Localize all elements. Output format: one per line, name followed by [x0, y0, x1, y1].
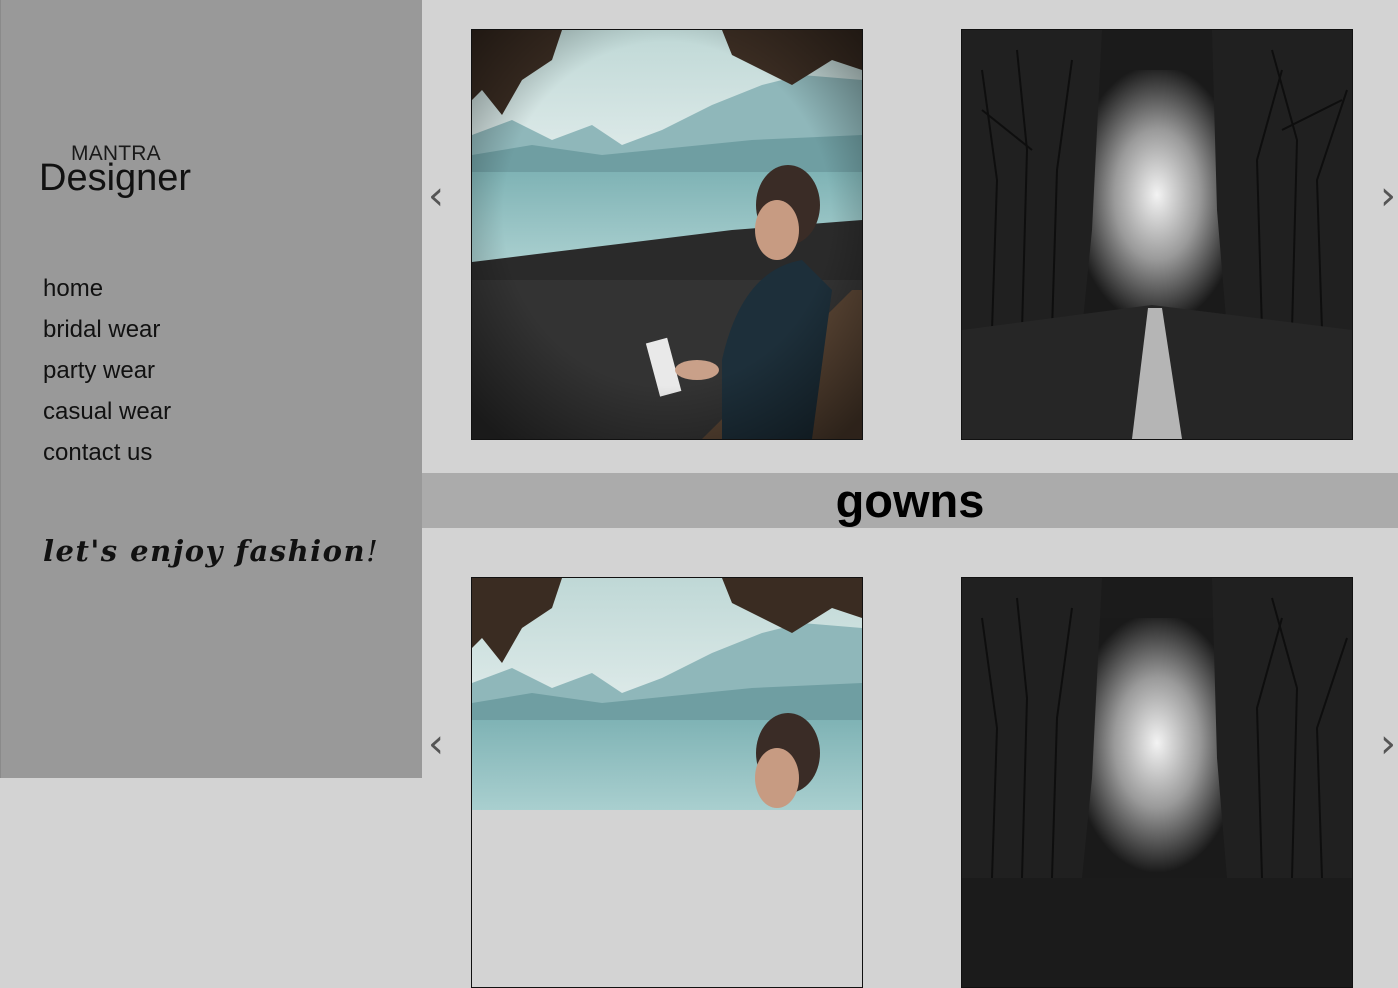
- road-photo-bottom: [961, 577, 1353, 988]
- nav-item-contact-us[interactable]: contact us: [43, 438, 171, 479]
- lake-photo-bottom: [471, 577, 863, 988]
- nav-item-bridal-wear[interactable]: bridal wear: [43, 315, 171, 356]
- slider-next-arrow-top[interactable]: ›: [1380, 176, 1396, 216]
- road-photo-top: [961, 29, 1353, 440]
- slider-next-arrow-bottom[interactable]: ›: [1380, 724, 1396, 764]
- tagline-script-text: let's enjoy fashion: [43, 534, 367, 568]
- slider-prev-arrow-top[interactable]: ‹: [428, 176, 444, 216]
- nav-menu: home bridal wear party wear casual wear …: [43, 274, 171, 479]
- section-banner: gowns: [422, 473, 1398, 528]
- tagline-exclamation: !: [366, 534, 380, 568]
- tagline: let's enjoy fashion!: [43, 534, 379, 568]
- nav-item-home[interactable]: home: [43, 274, 171, 315]
- lake-photo-top: [471, 29, 863, 440]
- sidebar-edge: [0, 0, 1, 778]
- logo-main-text: Designer: [39, 157, 192, 199]
- nav-item-party-wear[interactable]: party wear: [43, 356, 171, 397]
- main-content: ‹ › gowns ‹ ›: [422, 0, 1398, 988]
- nav-item-casual-wear[interactable]: casual wear: [43, 397, 171, 438]
- section-title: gowns: [835, 474, 985, 527]
- sidebar: MANTRA Designer home bridal wear party w…: [0, 0, 422, 778]
- slider-prev-arrow-bottom[interactable]: ‹: [428, 724, 444, 764]
